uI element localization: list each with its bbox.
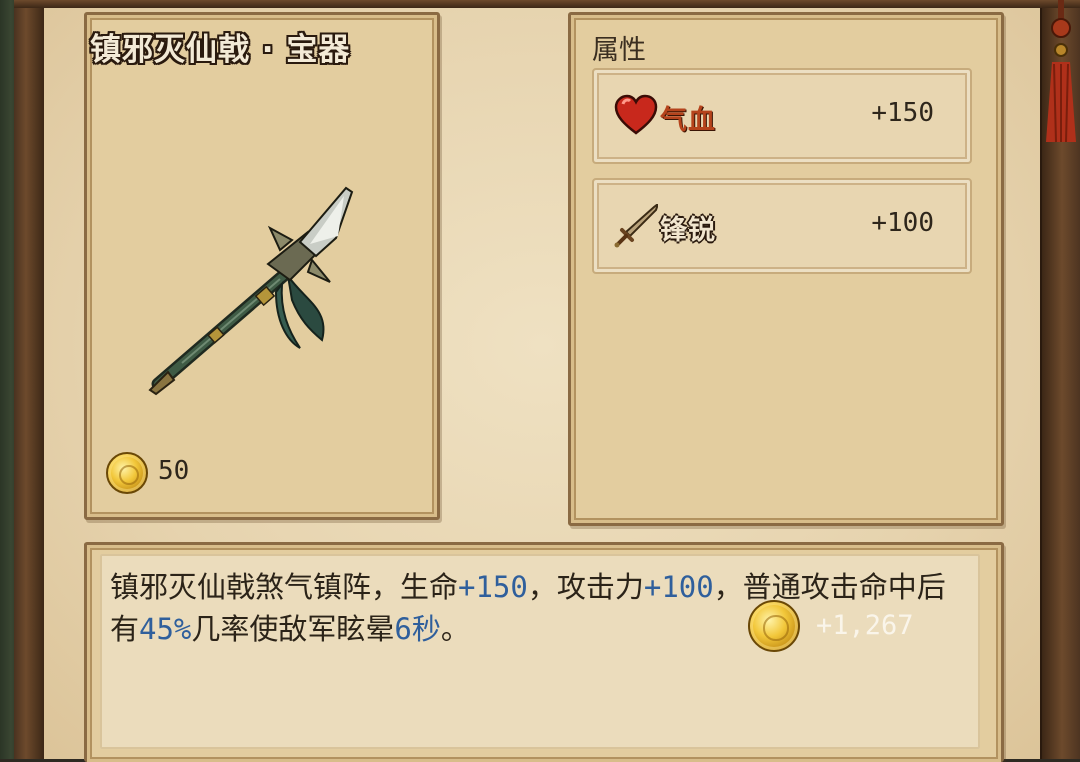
stun-duration-value: 6秒 [394,612,441,646]
attributes-header: 属性 [592,35,646,66]
gold-coin-icon [748,600,800,652]
attribute-row-attack: 锋锐 +100 [592,178,972,274]
hp-bonus-value: +150 [458,570,528,604]
tassel-icon [1046,0,1076,143]
description-text: ，攻击力 [527,570,644,604]
halberd-weapon-icon[interactable] [140,180,360,400]
attribute-value: +150 [871,98,934,128]
attribute-value: +100 [871,208,934,238]
attribute-name: 锋锐 [660,215,716,246]
item-title: 镇邪灭仙戟 · 宝器 [90,32,351,68]
frame-top [14,0,1080,8]
item-price: 50 [158,456,190,486]
description-text: 几率使敌军眩晕 [191,612,395,646]
sell-value: +1,267 [816,610,914,641]
frame-left [14,0,46,759]
attribute-row-hp: 气血 +150 [592,68,972,164]
description-text: 。 [440,612,470,646]
attack-bonus-value: +100 [643,570,714,604]
sword-icon [614,204,658,248]
description-text: 镇邪灭仙戟煞气镇阵，生命 [110,570,459,604]
attribute-name: 气血 [660,105,716,136]
heart-icon [614,94,658,135]
stun-chance-value: 45% [139,612,192,646]
gold-coin-icon [106,452,148,494]
